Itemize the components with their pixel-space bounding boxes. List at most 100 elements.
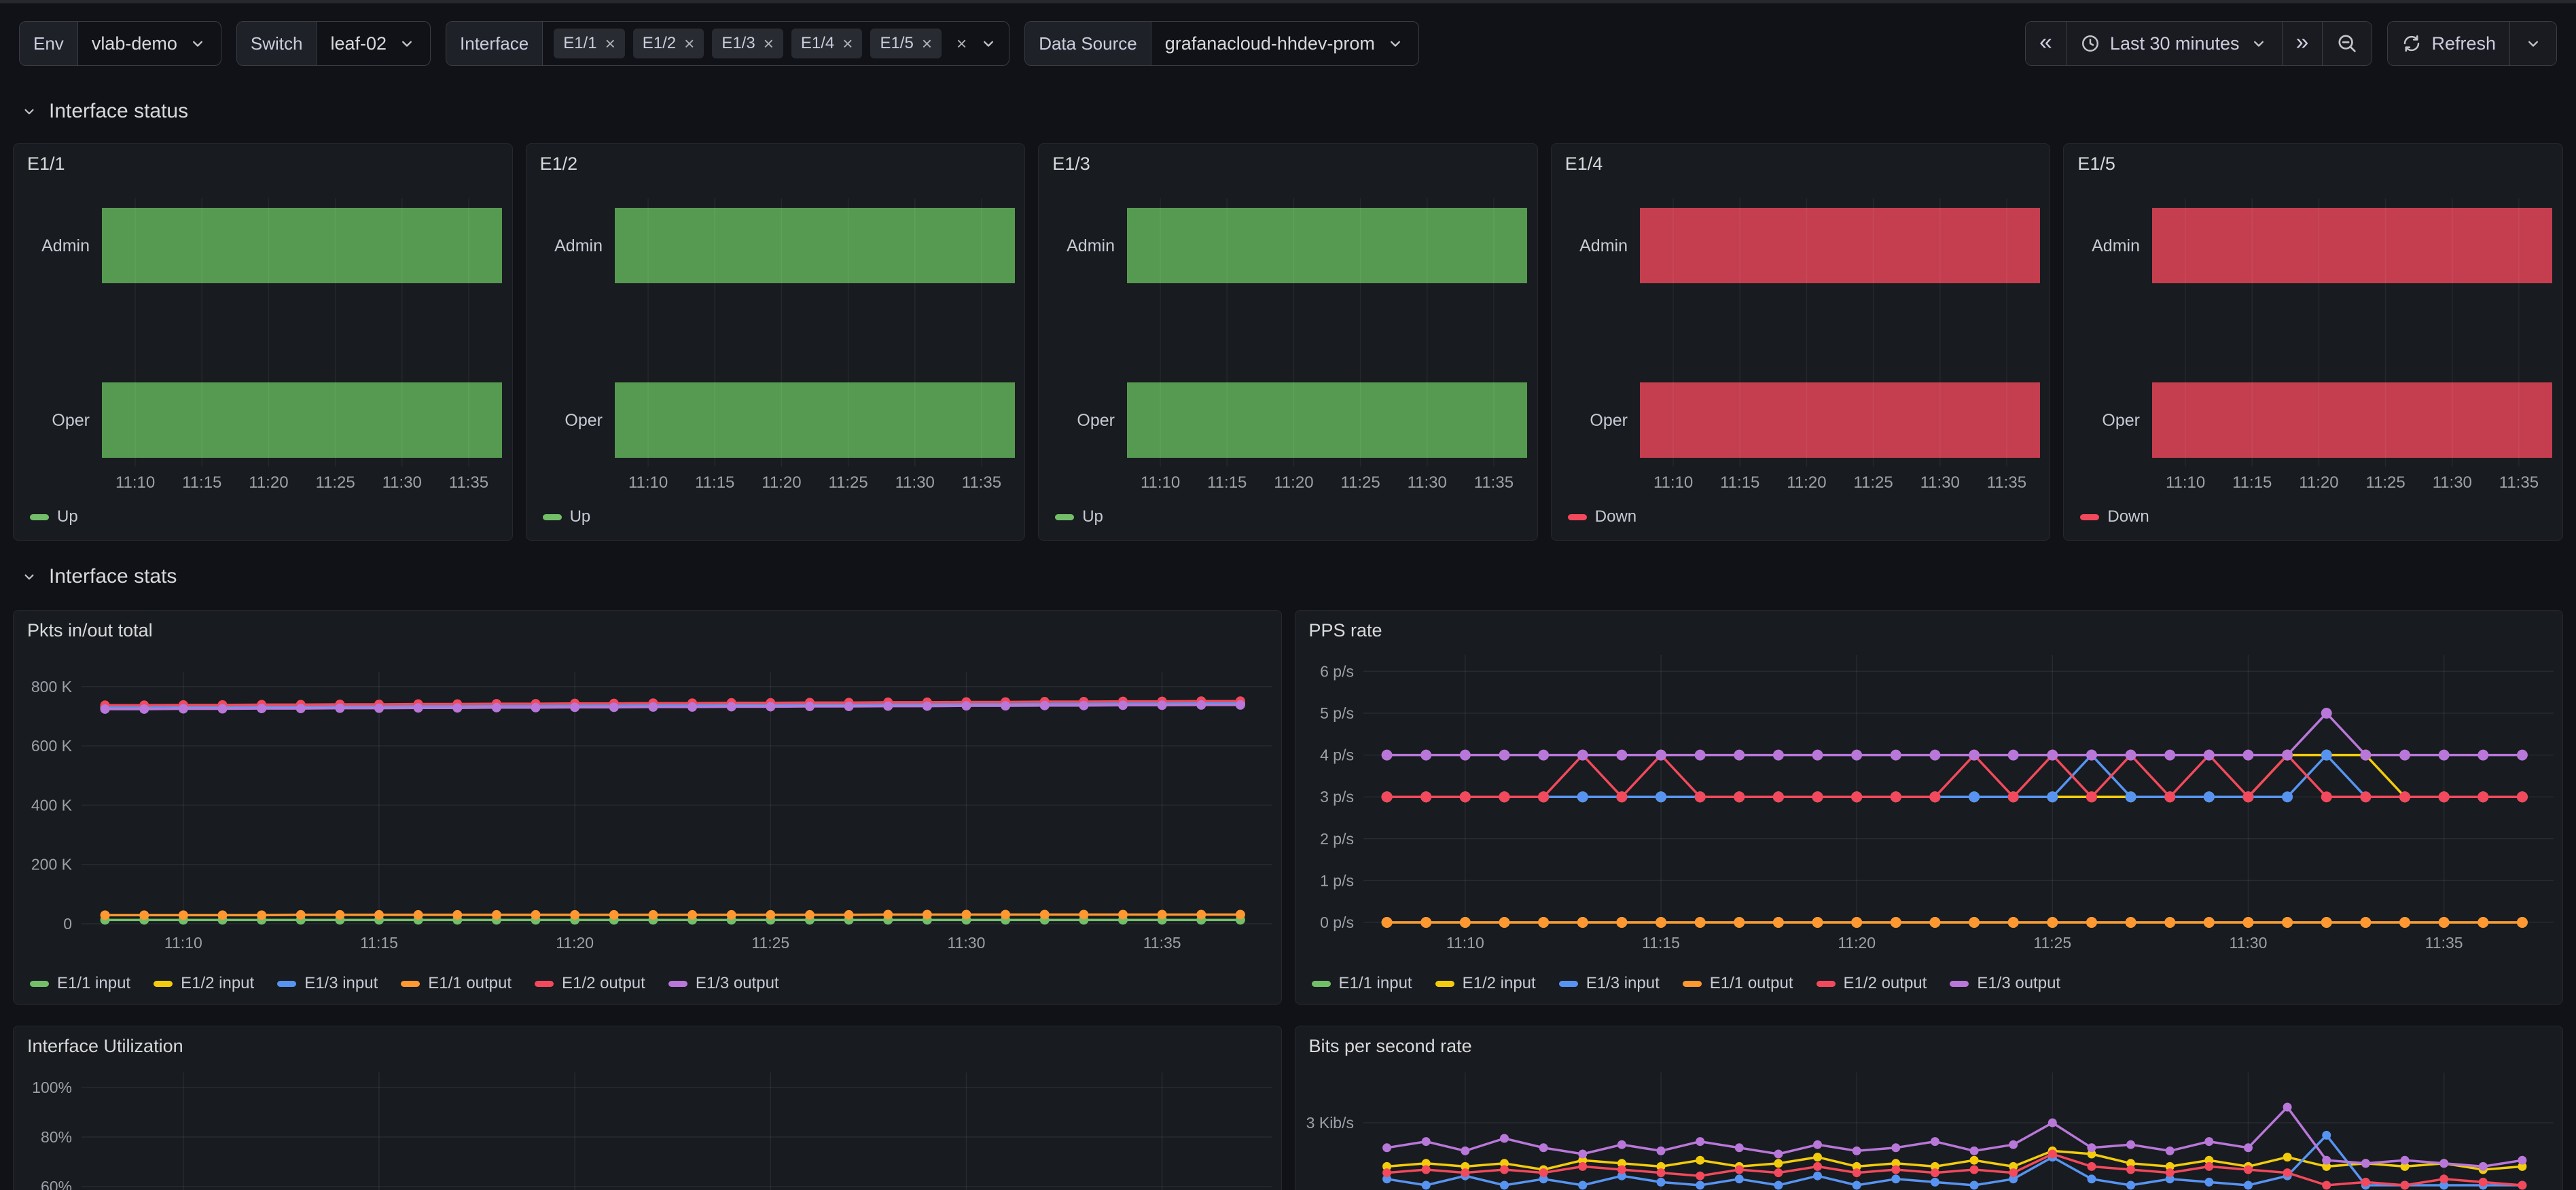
svg-text:11:35: 11:35 <box>1987 473 2026 492</box>
legend-label: E1/3 input <box>1586 974 1660 993</box>
panel-title[interactable]: E1/1 <box>27 154 65 175</box>
panel-title[interactable]: Interface Utilization <box>27 1036 183 1057</box>
legend-label: Up <box>1082 507 1103 526</box>
svg-text:0 p/s: 0 p/s <box>1320 914 1354 931</box>
svg-text:11:35: 11:35 <box>449 473 488 492</box>
panel-legend: E1/1 input E1/2 input E1/3 input E1/1 outpu… <box>1312 974 2061 993</box>
legend-item[interactable]: E1/2 input <box>154 974 254 993</box>
legend-item[interactable]: E1/1 output <box>1683 974 1793 993</box>
legend-item[interactable]: E1/2 output <box>535 974 645 993</box>
switch-select[interactable]: leaf-02 <box>317 22 430 65</box>
legend-label: E1/2 output <box>562 974 645 993</box>
close-icon[interactable]: × <box>842 35 853 52</box>
interface-tag-label: E1/2 <box>643 34 676 53</box>
svg-text:11:25: 11:25 <box>2033 934 2071 952</box>
panel-title[interactable]: Bits per second rate <box>1309 1036 1472 1057</box>
datasource-value: grafanacloud-hhdev-prom <box>1165 33 1375 54</box>
collapse-chevron-icon <box>20 103 38 120</box>
row-header-interface-status[interactable]: Interface status <box>20 100 2576 123</box>
refresh-label: Refresh <box>2431 33 2496 54</box>
pps-chart-canvas[interactable]: 6 p/s5 p/s4 p/s3 p/s2 p/s1 p/s0 p/s11:10… <box>1295 611 2563 1004</box>
legend-label: Down <box>1595 507 1636 526</box>
panel-util: Interface Utilization100%80%60%11:1011:1… <box>13 1026 1282 1190</box>
row-title: Interface status <box>49 100 188 123</box>
e13-chart-canvas[interactable]: AdminOper11:1011:1511:2011:2511:3011:35 <box>1039 144 1537 540</box>
refresh-button[interactable]: Refresh <box>2388 22 2509 65</box>
panel-title[interactable]: E1/5 <box>2077 154 2115 175</box>
interface-tag-label: E1/4 <box>801 34 834 53</box>
legend-swatch <box>1435 981 1454 987</box>
close-icon[interactable]: × <box>764 35 774 52</box>
util-chart-canvas[interactable]: 100%80%60%11:1011:1511:2011:2511:3011:35 <box>14 1026 1281 1190</box>
zoom-out-button[interactable] <box>2322 22 2372 65</box>
svg-text:11:30: 11:30 <box>948 934 986 952</box>
panel-bps: Bits per second rate3 Kib/s11:1011:1511:… <box>1295 1026 2564 1190</box>
refresh-interval-button[interactable] <box>2509 22 2556 65</box>
e12-chart-canvas[interactable]: AdminOper11:1011:1511:2011:2511:3011:35 <box>526 144 1025 540</box>
legend-item[interactable]: Up <box>1055 507 1103 526</box>
svg-text:1 p/s: 1 p/s <box>1320 871 1354 889</box>
svg-text:400 K: 400 K <box>31 796 73 814</box>
interface-label: Interface <box>446 22 543 65</box>
time-shift-forward-button[interactable]: » <box>2282 22 2323 65</box>
svg-text:800 K: 800 K <box>31 678 73 696</box>
chevron-down-icon <box>2249 34 2268 53</box>
legend-swatch <box>2080 514 2099 520</box>
legend-item[interactable]: E1/3 output <box>668 974 779 993</box>
e11-chart-canvas[interactable]: AdminOper11:1011:1511:2011:2511:3011:35 <box>14 144 512 540</box>
legend-item[interactable]: E1/3 output <box>1950 974 2060 993</box>
clear-all-icon[interactable]: × <box>956 35 967 52</box>
panel-title[interactable]: E1/2 <box>540 154 578 175</box>
e14-chart-canvas[interactable]: AdminOper11:1011:1511:2011:2511:3011:35 <box>1552 144 2050 540</box>
interface-tag[interactable]: E1/5× <box>870 29 942 58</box>
legend-label: E1/2 input <box>1463 974 1536 993</box>
chevron-down-icon <box>188 34 207 53</box>
svg-text:11:35: 11:35 <box>1474 473 1514 492</box>
panel-title[interactable]: PPS rate <box>1309 620 1382 641</box>
datasource-select[interactable]: grafanacloud-hhdev-prom <box>1151 22 1418 65</box>
interface-select[interactable]: E1/1×E1/2×E1/3×E1/4×E1/5× × <box>543 22 1009 65</box>
svg-text:11:30: 11:30 <box>2229 934 2267 952</box>
interface-tag[interactable]: E1/1× <box>554 29 625 58</box>
bps-chart-canvas[interactable]: 3 Kib/s11:1011:1511:2011:2511:3011:35 <box>1295 1026 2563 1190</box>
legend-item[interactable]: Up <box>30 507 78 526</box>
time-range-button[interactable]: Last 30 minutes <box>2066 22 2282 65</box>
interface-tag[interactable]: E1/2 × <box>633 29 704 58</box>
env-select[interactable]: vlab-demo <box>78 22 221 65</box>
env-label: Env <box>20 22 78 65</box>
legend-item[interactable]: E1/2 output <box>1817 974 1927 993</box>
time-shift-back-button[interactable]: « <box>2026 22 2066 65</box>
close-icon[interactable]: × <box>922 35 932 52</box>
legend-item[interactable]: Down <box>1568 507 1636 526</box>
legend-item[interactable]: E1/1 input <box>1312 974 1412 993</box>
panel-title[interactable]: E1/3 <box>1052 154 1090 175</box>
legend-item[interactable]: E1/2 input <box>1435 974 1536 993</box>
panel-title[interactable]: Pkts in/out total <box>27 620 153 641</box>
pkts-chart-canvas[interactable]: 800 K600 K400 K200 K011:1011:1511:2011:2… <box>14 611 1281 1004</box>
switch-label: Switch <box>237 22 317 65</box>
refresh-control: Refresh <box>2387 21 2557 66</box>
legend-swatch <box>277 981 296 987</box>
chevron-down-icon <box>397 34 416 53</box>
legend-label: E1/3 input <box>304 974 378 993</box>
close-icon[interactable]: × <box>605 35 615 52</box>
interface-tag[interactable]: E1/3× <box>712 29 783 58</box>
chevron-down-icon <box>979 34 998 53</box>
chevrons-right-icon: » <box>2296 31 2309 54</box>
switch-variable-control: Switch leaf-02 <box>236 21 431 66</box>
close-icon[interactable]: × <box>684 35 694 52</box>
svg-text:11:35: 11:35 <box>961 473 1001 492</box>
panel-title[interactable]: E1/4 <box>1565 154 1603 175</box>
legend-item[interactable]: E1/3 input <box>1559 974 1660 993</box>
interface-tag[interactable]: E1/4 × <box>791 29 863 58</box>
legend-swatch <box>30 981 49 987</box>
legend-item[interactable]: E1/3 input <box>277 974 378 993</box>
legend-item[interactable]: Up <box>543 507 591 526</box>
legend-item[interactable]: E1/1 input <box>30 974 130 993</box>
legend-label: E1/3 output <box>1977 974 2060 993</box>
row-header-interface-stats[interactable]: Interface stats <box>20 565 2576 588</box>
legend-label: Up <box>57 507 78 526</box>
e15-chart-canvas[interactable]: AdminOper11:1011:1511:2011:2511:3011:35 <box>2064 144 2562 540</box>
legend-item[interactable]: Down <box>2080 507 2149 526</box>
legend-item[interactable]: E1/1 output <box>401 974 512 993</box>
